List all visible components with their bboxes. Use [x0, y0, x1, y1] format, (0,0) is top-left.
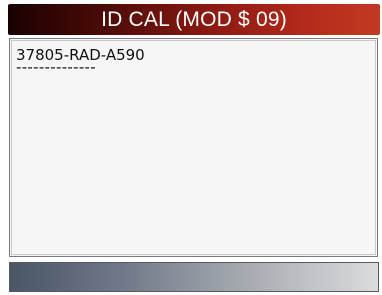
title-bar: ID CAL (MOD $ 09) — [8, 4, 380, 35]
scan-tool-screen: ID CAL (MOD $ 09) 37805-RAD-A590 -------… — [0, 0, 382, 295]
screen-title: ID CAL (MOD $ 09) — [101, 7, 287, 31]
content-panel-inner: 37805-RAD-A590 -------------- — [11, 40, 376, 255]
separator-line-text: -------------- — [16, 58, 96, 76]
content-panel: 37805-RAD-A590 -------------- — [9, 38, 378, 257]
bottom-status-bar — [9, 262, 379, 292]
